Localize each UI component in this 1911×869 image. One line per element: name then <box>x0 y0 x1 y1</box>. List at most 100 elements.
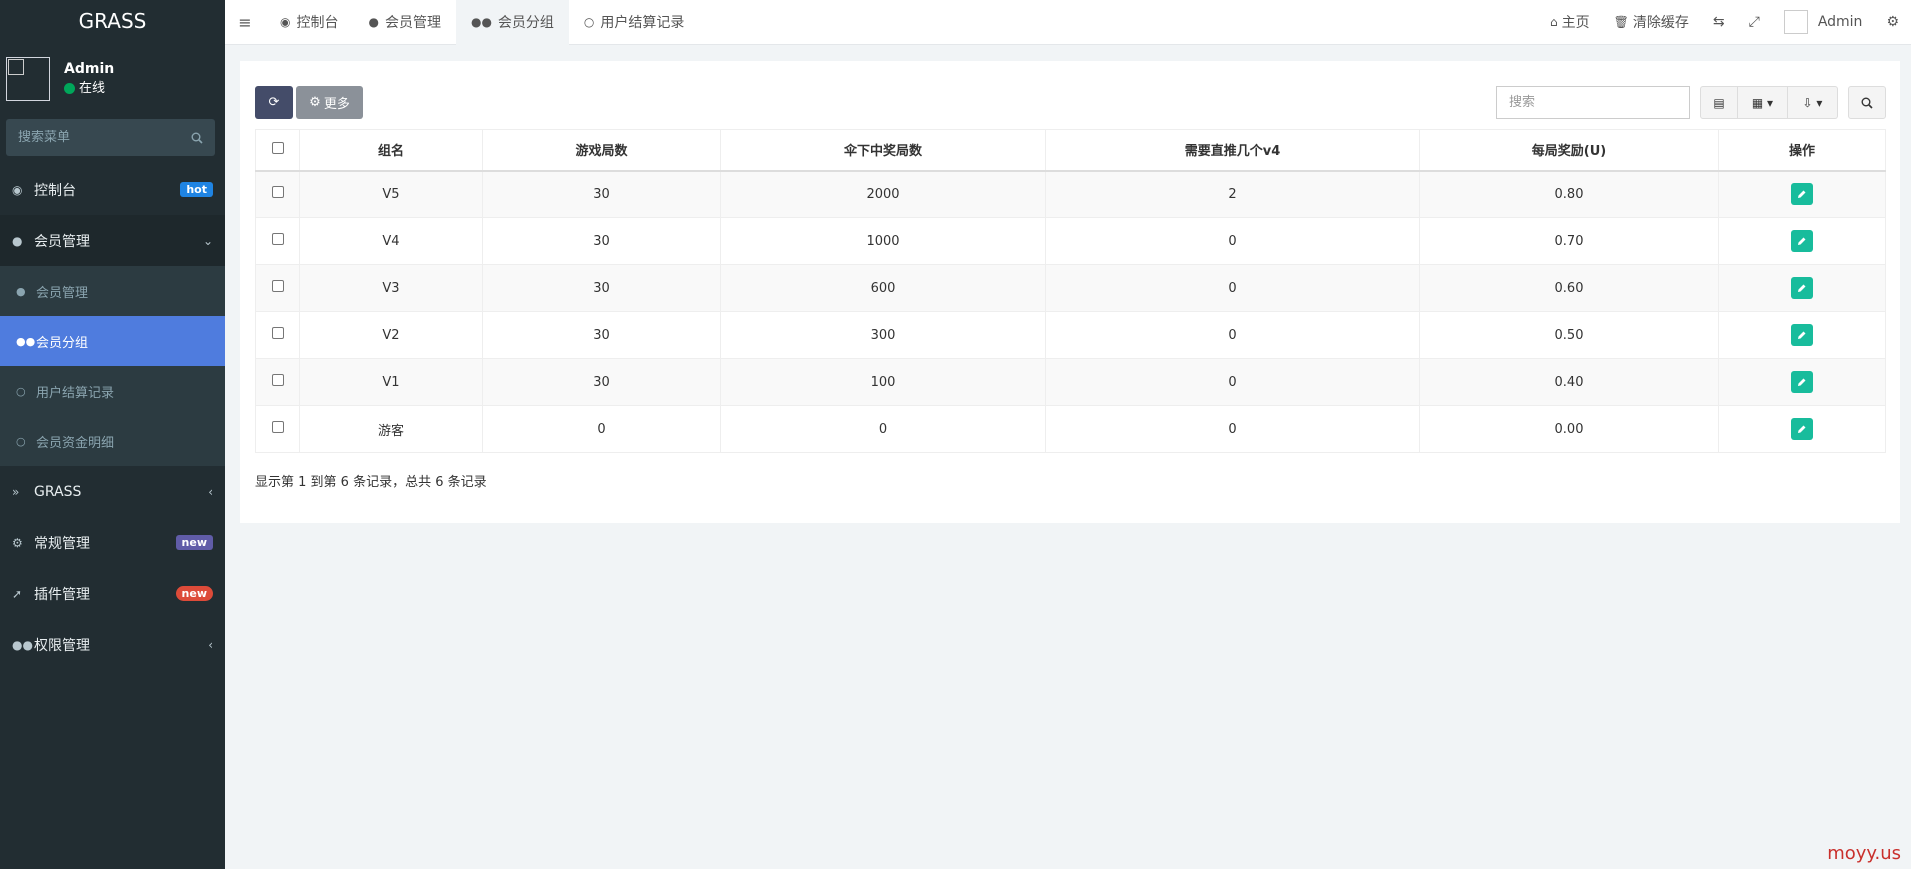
settings-button[interactable]: ⚙ <box>1874 14 1911 30</box>
gear-icon: ⚙ <box>309 95 321 110</box>
chevron-left-icon: ‹ <box>208 637 213 652</box>
new-badge: new <box>175 586 213 601</box>
winning-games-cell: 2000 <box>720 170 1046 218</box>
sidebar-item-grass[interactable]: » GRASS ‹ <box>0 466 225 517</box>
pencil-icon <box>1798 190 1806 199</box>
search-icon <box>1861 97 1873 109</box>
sidebar-subitem-members[interactable]: ● 会员管理 <box>0 266 225 316</box>
sidebar-menu: ◉ 控制台 hot ● 会员管理 ⌄ ● 会员管理 ●● 会员分组 ○ 用户结算… <box>0 164 225 670</box>
export-button[interactable]: ⇩ ▾ <box>1788 86 1838 119</box>
group-name-cell: V2 <box>299 311 483 359</box>
sidebar-subitem-label: 会员管理 <box>36 285 89 301</box>
winning-games-cell: 100 <box>720 358 1046 406</box>
toggle-view-button[interactable]: ▤ <box>1700 86 1738 119</box>
winning-games-cell: 300 <box>720 311 1046 359</box>
row-checkbox[interactable] <box>271 327 284 339</box>
sidebar-item-member-management[interactable]: ● 会员管理 ⌄ <box>0 215 225 266</box>
reward-cell: 0.00 <box>1419 405 1719 453</box>
edit-button[interactable] <box>1791 277 1813 299</box>
clear-cache-button[interactable]: 🗑 清除缓存 <box>1602 12 1701 32</box>
direct-v4-cell: 0 <box>1045 264 1420 312</box>
dashboard-icon: ◉ <box>280 15 291 29</box>
more-button[interactable]: ⚙ 更多 <box>296 86 363 119</box>
column-header[interactable]: 每局奖励(U) <box>1419 129 1719 172</box>
edit-button[interactable] <box>1791 183 1813 206</box>
language-button[interactable]: ⇆ <box>1701 14 1737 30</box>
group-name-cell: 游客 <box>299 405 483 453</box>
refresh-button[interactable]: ⟳ <box>255 86 293 119</box>
sidebar-item-general-management[interactable]: ⚙ 常规管理 new <box>0 517 225 568</box>
sidebar-item-permission-management[interactable]: ●● 权限管理 ‹ <box>0 619 225 670</box>
reward-cell: 0.70 <box>1419 217 1719 265</box>
row-checkbox[interactable] <box>271 374 284 386</box>
online-dot-icon <box>64 83 75 94</box>
row-checkbox[interactable] <box>271 233 284 245</box>
advanced-search-button[interactable] <box>1848 86 1886 119</box>
sidebar-subitem-fund-details[interactable]: ○ 会员资金明细 <box>0 416 225 466</box>
rocket-icon: ➚ <box>12 586 23 601</box>
sidebar-item-label: 常规管理 <box>34 535 90 552</box>
column-header[interactable]: 需要直推几个v4 <box>1045 129 1420 172</box>
clear-cache-label: 清除缓存 <box>1632 15 1689 31</box>
search-icon[interactable] <box>191 132 203 144</box>
table-search-input[interactable] <box>1496 86 1690 119</box>
new-badge: new <box>175 535 213 550</box>
tab-dashboard[interactable]: ◉ 控制台 <box>265 0 353 45</box>
sidebar-item-plugin-management[interactable]: ➚ 插件管理 new <box>0 568 225 619</box>
sidebar-subitem-label: 用户结算记录 <box>36 385 115 401</box>
row-checkbox[interactable] <box>271 421 284 433</box>
circle-icon: ○ <box>583 15 595 29</box>
tab-member-management[interactable]: ● 会员管理 <box>353 0 455 45</box>
user-circle-icon: ● <box>12 233 23 248</box>
sidebar-item-dashboard[interactable]: ◉ 控制台 hot <box>0 164 225 215</box>
menu-toggle-icon[interactable]: ≡ <box>225 13 265 32</box>
top-navbar: ≡ ◉ 控制台 ● 会员管理 ●● 会员分组 ○ 用户结算记录 ⌂ 主页 🗑 清… <box>225 0 1911 45</box>
select-all-checkbox[interactable] <box>271 141 284 154</box>
column-header[interactable]: 组名 <box>299 129 483 172</box>
reward-cell: 0.40 <box>1419 358 1719 406</box>
tab-settlement-records[interactable]: ○ 用户结算记录 <box>569 0 699 45</box>
edit-button[interactable] <box>1791 371 1813 393</box>
table-row: V1 30 100 0 0.40 <box>255 358 1886 406</box>
user-menu[interactable]: Admin <box>1772 10 1875 34</box>
edit-button[interactable] <box>1791 230 1813 252</box>
trash-icon: 🗑 <box>1613 15 1629 29</box>
logo[interactable]: GRASS <box>0 0 225 41</box>
user-status: 在线 <box>64 79 114 99</box>
pagination-info: 显示第 1 到第 6 条记录，总共 6 条记录 <box>255 475 487 490</box>
users-icon: ●● <box>16 334 36 348</box>
pencil-icon <box>1798 331 1806 339</box>
group-name-cell: V5 <box>299 170 483 218</box>
watermark: moyy.us <box>1827 843 1901 864</box>
direct-v4-cell: 0 <box>1045 358 1420 406</box>
group-name-cell: V1 <box>299 358 483 406</box>
home-label: 主页 <box>1561 15 1590 31</box>
tab-member-groups[interactable]: ●● 会员分组 <box>455 0 569 45</box>
user-icon: ● <box>16 284 26 298</box>
edit-button[interactable] <box>1791 324 1813 346</box>
table-row: V2 30 300 0 0.50 <box>255 311 1886 359</box>
sidebar-subitem-member-groups[interactable]: ●● 会员分组 <box>0 316 225 366</box>
fullscreen-button[interactable]: ⤢ <box>1737 14 1772 30</box>
column-header[interactable]: 游戏局数 <box>482 129 721 172</box>
sidebar-item-label: 控制台 <box>34 182 76 199</box>
chevron-left-icon: ‹ <box>208 484 213 499</box>
pencil-icon <box>1798 378 1806 386</box>
hot-badge: hot <box>180 182 213 197</box>
games-cell: 30 <box>482 358 721 406</box>
home-link[interactable]: ⌂ 主页 <box>1538 12 1602 32</box>
fullscreen-icon: ⤢ <box>1748 14 1760 30</box>
row-checkbox[interactable] <box>271 186 284 199</box>
edit-button[interactable] <box>1791 418 1813 440</box>
column-header[interactable]: 伞下中奖局数 <box>720 129 1046 172</box>
cogs-icon: ⚙ <box>12 535 23 550</box>
table-row: V4 30 1000 0 0.70 <box>255 217 1886 265</box>
reward-cell: 0.50 <box>1419 311 1719 359</box>
columns-icon: ▦ ▾ <box>1751 95 1774 110</box>
menu-search-input[interactable] <box>18 130 191 145</box>
row-checkbox[interactable] <box>271 280 284 292</box>
sidebar-subitem-settlement-records[interactable]: ○ 用户结算记录 <box>0 366 225 416</box>
direct-v4-cell: 2 <box>1045 170 1420 218</box>
winning-games-cell: 1000 <box>720 217 1046 265</box>
columns-button[interactable]: ▦ ▾ <box>1738 86 1788 119</box>
